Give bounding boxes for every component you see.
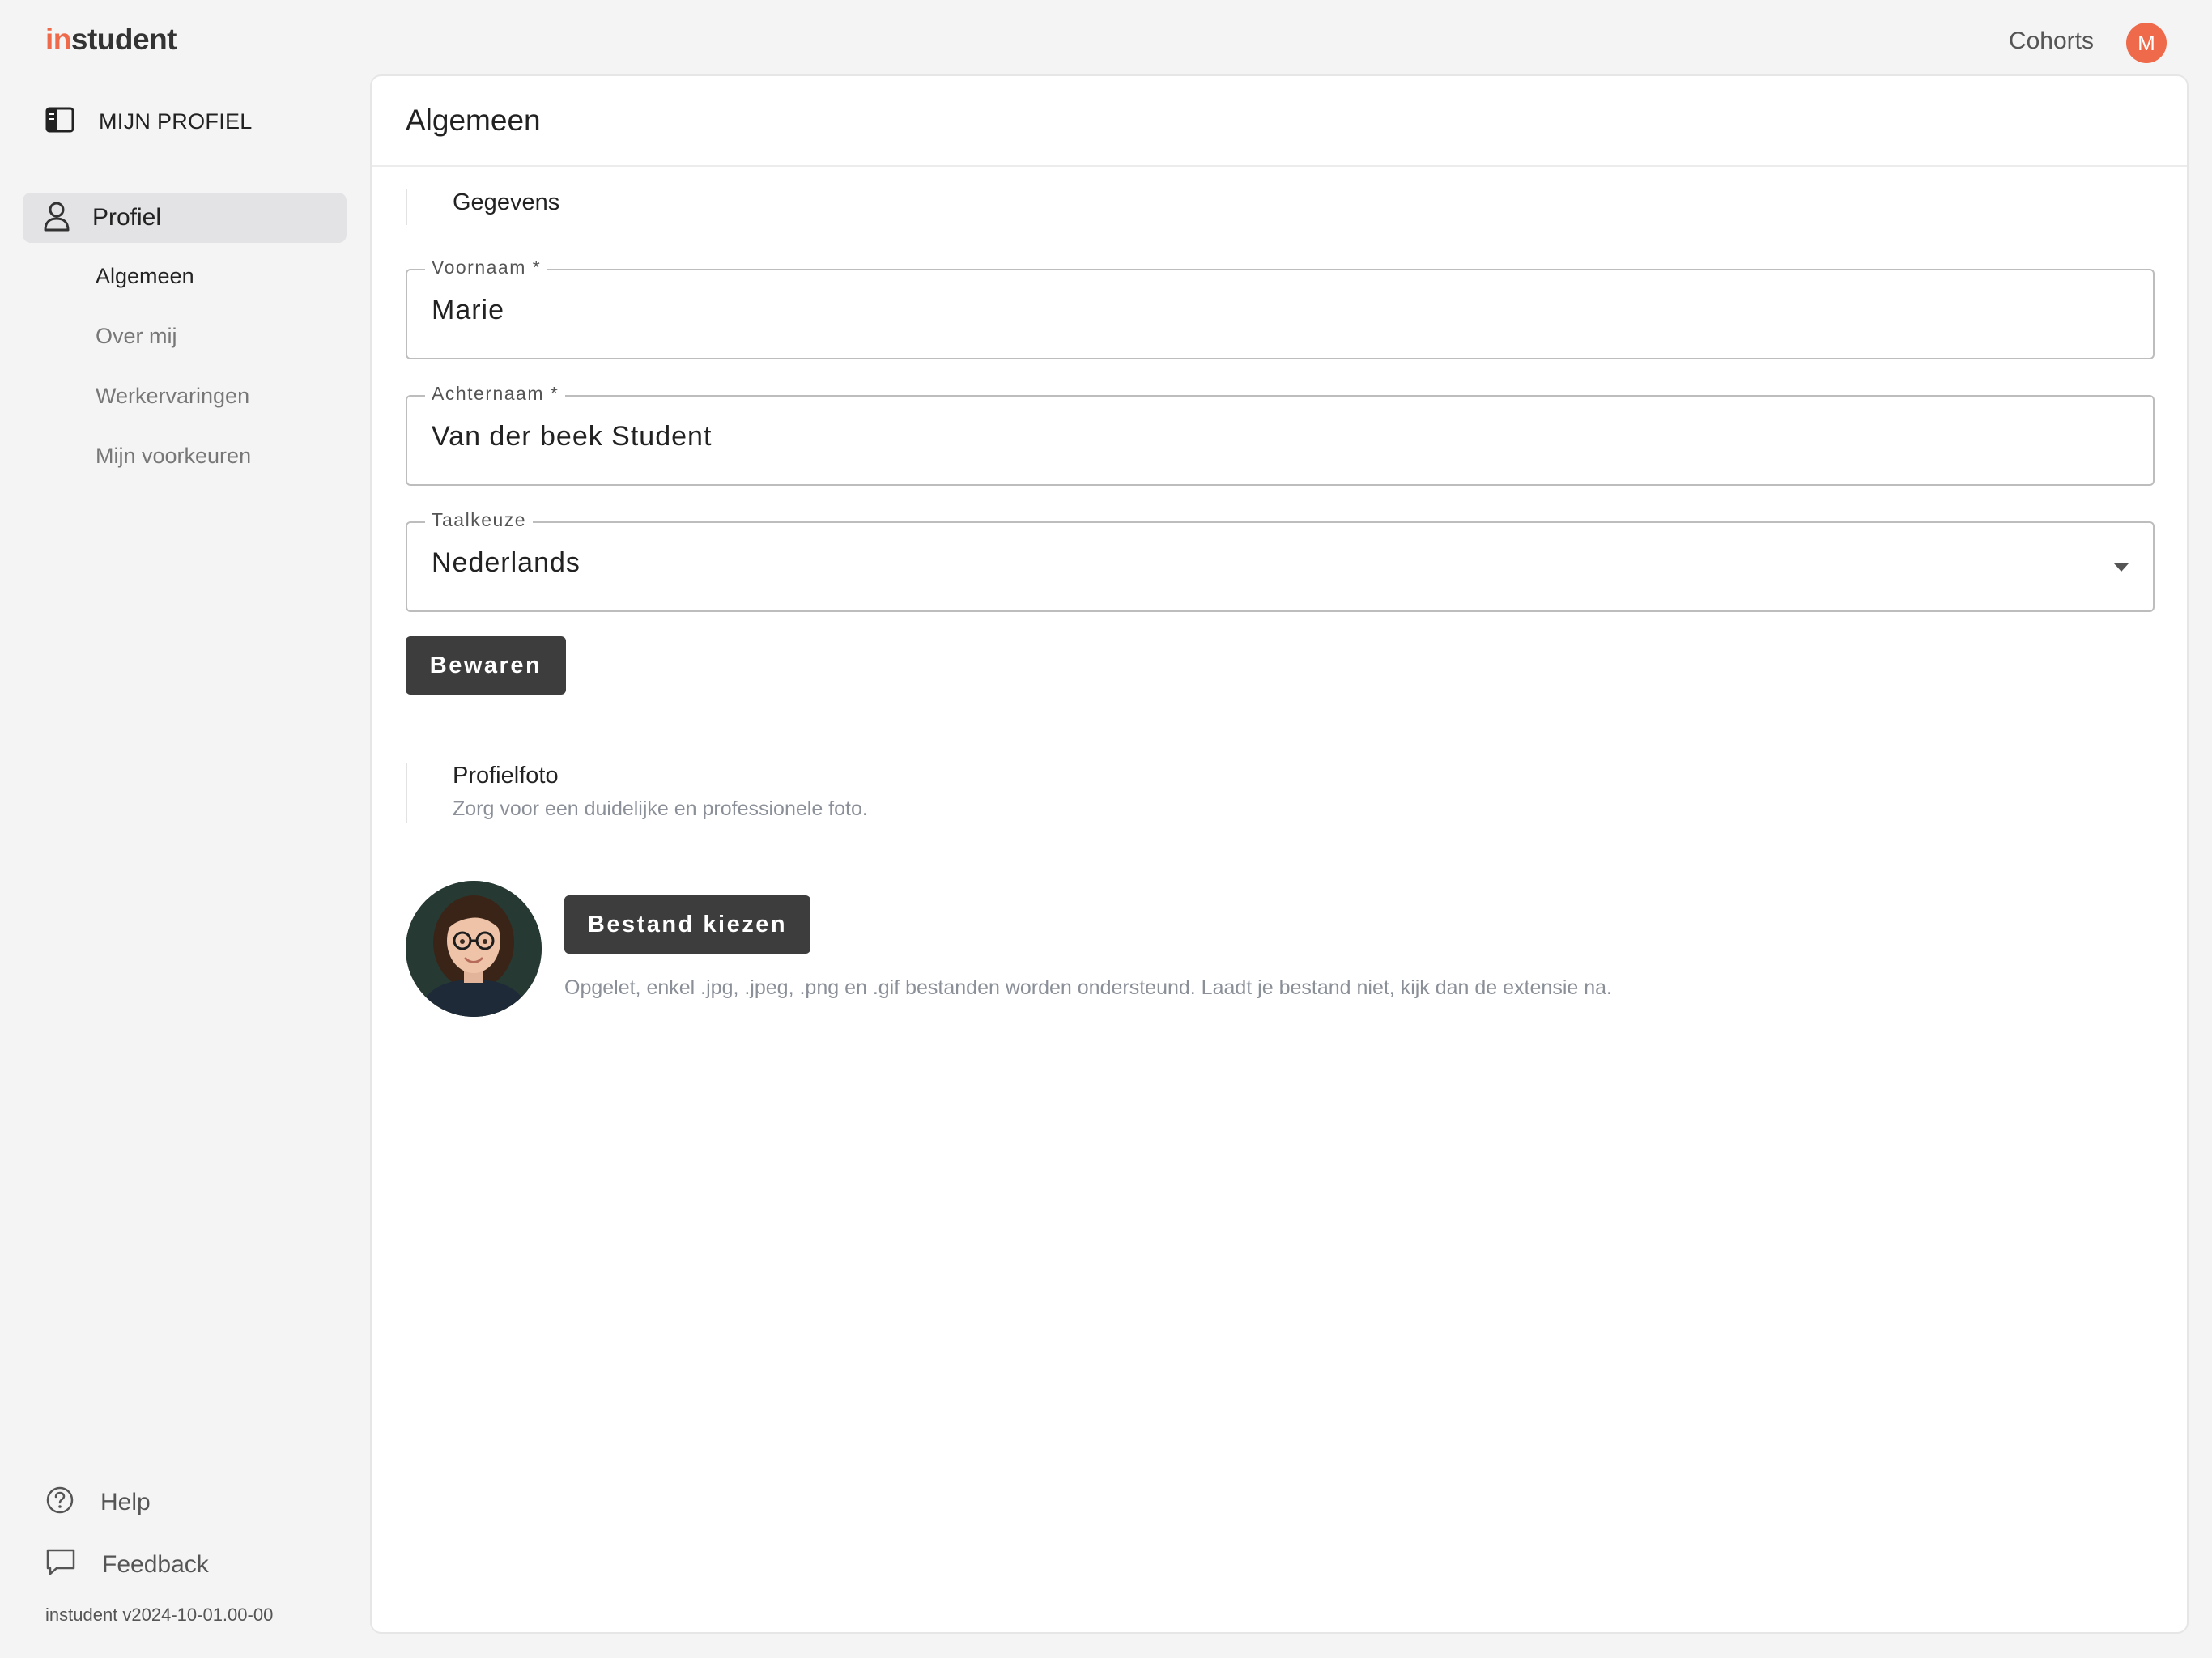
profielfoto-heading: Profielfoto	[453, 763, 559, 789]
user-avatar[interactable]: M	[2126, 23, 2167, 63]
achternaam-field[interactable]: Achternaam * Van der beek Student	[406, 383, 2155, 486]
profile-photo	[406, 881, 542, 1017]
voornaam-field[interactable]: Voornaam * Marie	[406, 257, 2155, 359]
file-type-hint: Opgelet, enkel .jpg, .jpeg, .png en .gif…	[564, 976, 1612, 999]
person-icon	[42, 200, 71, 236]
gegevens-section-header: Gegevens	[406, 189, 559, 225]
sidebar-toggle-icon[interactable]	[45, 107, 74, 137]
page-title: Algemeen	[406, 104, 541, 137]
sidebar-item-label: Profiel	[92, 204, 162, 231]
profielfoto-section-header: Profielfoto Zorg voor een duidelijke en …	[406, 763, 868, 823]
chat-bubble-icon	[45, 1548, 76, 1581]
achternaam-label: Achternaam *	[425, 383, 566, 405]
sidebar: MIJN PROFIEL Profiel Algemeen Over mij W…	[0, 74, 369, 1658]
header-divider	[372, 165, 2187, 167]
subnav-mijn-voorkeuren[interactable]: Mijn voorkeuren	[96, 444, 251, 469]
help-label: Help	[100, 1488, 151, 1516]
taalkeuze-label: Taalkeuze	[425, 509, 534, 531]
save-button[interactable]: Bewaren	[406, 636, 566, 695]
feedback-label: Feedback	[102, 1550, 209, 1578]
help-icon	[45, 1486, 74, 1519]
achternaam-value[interactable]: Van der beek Student	[432, 421, 712, 453]
app-logo[interactable]: instudent	[45, 23, 177, 57]
voornaam-value[interactable]: Marie	[432, 295, 504, 326]
choose-file-button[interactable]: Bestand kiezen	[564, 895, 810, 954]
chevron-down-icon[interactable]	[2114, 563, 2129, 572]
app-version: instudent v2024-10-01.00-00	[45, 1605, 274, 1625]
help-link[interactable]: Help	[45, 1486, 151, 1519]
taalkeuze-select[interactable]: Taalkeuze Nederlands	[406, 509, 2155, 612]
subnav-werkervaringen[interactable]: Werkervaringen	[96, 384, 249, 409]
cohorts-link[interactable]: Cohorts	[2009, 28, 2094, 55]
top-bar: instudent Cohorts M	[0, 0, 2212, 74]
sidebar-header[interactable]: MIJN PROFIEL	[45, 107, 253, 137]
profielfoto-subheading: Zorg voor een duidelijke en professionel…	[453, 797, 868, 820]
feedback-link[interactable]: Feedback	[45, 1548, 209, 1581]
voornaam-label: Voornaam *	[425, 257, 548, 278]
gegevens-heading: Gegevens	[453, 189, 560, 215]
subnav-algemeen[interactable]: Algemeen	[96, 264, 194, 289]
sidebar-item-profiel[interactable]: Profiel	[23, 193, 347, 243]
sidebar-title: MIJN PROFIEL	[99, 109, 253, 134]
taalkeuze-value: Nederlands	[432, 547, 581, 578]
subnav-over-mij[interactable]: Over mij	[96, 324, 177, 349]
main-card: Algemeen Gegevens Voornaam * Marie Achte…	[370, 74, 2189, 1634]
